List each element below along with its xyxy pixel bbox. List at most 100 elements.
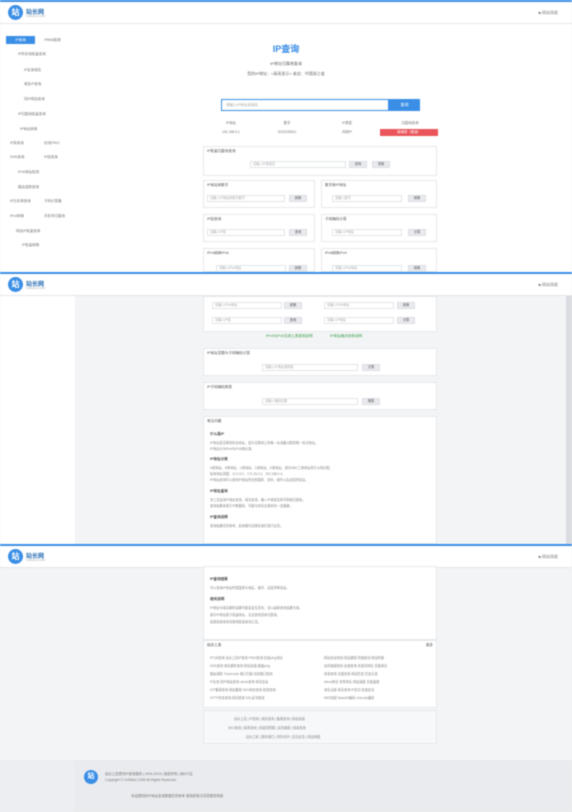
help-link[interactable]: IP地址格式转换说明 [330,334,362,339]
faq-text: A类地址、B类地址、C类地址、D类地址、E类地址，其中ABC三类地址用于公网分配… [210,466,333,470]
panel-title: IPv4转换IPv6 [207,251,229,255]
footer-text: 站长工具提供IP查询服务 | 2004-2024 | 版权所有 | 闽ICP证 [105,772,193,776]
panel-button[interactable]: 计算 [362,364,380,371]
panel-button[interactable]: 转换 [284,302,302,309]
bottom-link-row[interactable]: 站长工具 | IP查询 | 域名查询 | 备案查询 | 网站测速 [234,716,305,721]
faq-panel: 常见问题 什么是IP IP地址是互联网协议地址，是为互联网上的每一台设备分配的唯… [203,416,437,544]
panel-button[interactable]: 转换 [397,302,415,309]
panel-button[interactable]: 转换 [408,195,426,202]
sidebar-item[interactable]: IPv4转换 [10,214,24,219]
sidebar-item[interactable]: IP白名单查询 [10,199,31,204]
sidebar-item[interactable]: IP段查询 [44,155,58,160]
info-text: 可以查询IP地址所属国家与地区、城市、运营商等信息。 [210,586,290,590]
faq-heading: IP查询说明 [210,515,228,519]
related-link[interactable]: 收录查询 百度收录 网站历史 历史记录 [324,671,378,676]
tool-panel: IPv6转换IPv4 请输入IPv6地址 转换 [321,248,437,272]
panel-input[interactable]: 请输入IP地址 [324,317,394,324]
sidebar-item[interactable]: 路由追踪查询 [18,185,39,190]
panel-button[interactable]: 重置 [372,161,390,168]
tool-panel: 请输入IPv4地址 转换 请输入IPv6地址 转换 请输入IP段 查询 请输入I… [203,296,437,332]
sidebar-item[interactable]: IP批量转换 [22,243,39,248]
panel-button[interactable]: 查询 [349,161,367,168]
info-text: IP地址与域名解析结果可能会发生变化，请以最新查询结果为准。 [210,606,303,610]
panel-input[interactable]: 请输入IP地址或网段 [262,364,358,371]
site-nav-link[interactable]: ■ 网站导航 [538,282,558,288]
panel-title: IP地址转数字 [207,183,229,187]
panel-input[interactable]: 请输入数字 [332,195,402,202]
result-header: IP地址 [226,121,236,125]
panel-button[interactable]: 转换 [289,195,307,202]
faq-text: 查询结果来源于IP数据库，可能与实际位置存在一定偏差。 [210,504,293,508]
result-header: IP类型 [342,121,352,125]
search-button[interactable]: 查询 [389,99,420,111]
panel-input[interactable]: 请输入IPv4地址 [216,265,286,272]
panel-input[interactable]: 请输入IPv6地址 [324,302,394,309]
search-input[interactable]: 请输入IP地址或域名 [221,99,389,111]
bottom-link-row[interactable]: 站长之家 | 联系我们 | 商务合作 | 意见反馈 | 网站地图 [246,734,320,739]
links-more[interactable]: 更多 [426,643,433,648]
sidebar-item[interactable]: IP地址转换 [20,127,37,132]
tool-panel: IP批量归属地查询 请输入IP或域名 查询 重置 [203,146,437,176]
panel-input[interactable]: 请输入掩码位数 [262,398,358,405]
related-link[interactable]: 路由追踪 Traceroute 端口扫描 在线端口检测 [210,671,273,676]
sidebar-item[interactable]: 同IP网站查询 [24,97,45,102]
panel-title: IPv6转换IPv4 [325,251,347,255]
site-nav-link[interactable]: ■ 网站导航 [538,554,558,560]
page-subtitle: IP地址归属地查询 [270,61,302,66]
sidebar-item[interactable]: DNS查询 [10,155,24,160]
footer-logo-icon: 站 [84,770,98,784]
faq-text: 私有地址范围：10.0.0.0、172.16.0.0、192.168.0.0。 [210,472,286,476]
panel-button[interactable]: 换算 [362,398,380,405]
footer-text: Copyright © CHINAZ.COM All Rights Reserv… [105,778,176,782]
panel-title: IP段查询 [207,217,222,221]
related-link[interactable]: Alexa排名 世界排名 网站速度 页面速度 [324,679,379,684]
links-panel: 相关工具 更多 IP138查询 站长工具IP查询 PING检测 在线ping测试… [203,640,437,708]
panel-input[interactable]: 请输入IP段 [207,229,285,236]
screen-section-3: 站 站长网 CHINAZ.COM ■ 网站导航 IP查询结果 可以查询IP地址所… [0,544,572,760]
panel-input[interactable]: 请输入IP地址 [332,229,402,236]
faq-text: 查询结果仅供参考，如有疑问请联系我们进行反馈。 [210,524,284,528]
site-nav-link[interactable]: ■ 网站导航 [538,10,558,16]
tool-panel: IP子网掩码换算 请输入掩码位数 换算 [203,382,437,410]
tool-panel: 子网掩码计算 请输入IP地址 计算 [321,214,437,242]
sidebar-item[interactable]: 子网计算器 [44,199,62,204]
panel-input[interactable]: 请输入IPv4地址 [212,302,282,309]
sidebar-item[interactable]: 在线PING [44,141,60,146]
site-logo-icon[interactable]: 站 [8,277,23,292]
panel-button[interactable]: 计算 [397,317,415,324]
related-link[interactable]: MD5加密 Base64编码 Unicode编码 [324,695,374,700]
info-panel: IP查询结果 可以查询IP地址所属国家与地区、城市、运营商等信息。 相关说明 I… [203,566,437,640]
related-link[interactable]: ICP备案查询 网站备案 SEO综合查询 权重查询 [210,687,276,692]
bottom-link-row[interactable]: SEO查询 | 权重查询 | 关键词挖掘 | 友情链接 | 收录查询 [228,725,306,730]
panel-input[interactable]: 请输入IPv6地址 [332,265,402,272]
info-text: 部分IP地址属于保留地址，无法查询具体归属地。 [210,613,280,617]
related-link[interactable]: IP138查询 站长工具IP查询 PING检测 在线ping测试 [210,655,282,660]
sidebar-item[interactable]: IPv6地址检测 [18,170,39,175]
panel-button[interactable]: 查询 [289,229,307,236]
related-link[interactable]: 网站安全检测 网站漏洞 死链检测 网站死链 [324,655,384,660]
sidebar-item[interactable]: 手机号归属地 [44,214,65,219]
related-link[interactable]: 友情链接检测 友链查询 关键词排名 百度排名 [324,663,387,668]
sidebar-item[interactable]: IP归属地批量查询 [18,112,46,117]
sidebar-item[interactable]: IP库查询 [10,141,24,146]
panel-button[interactable]: 转换 [408,265,426,272]
tool-panel: IP地址范围与子网掩码计算 请输入IP地址或网段 计算 [203,348,437,376]
panel-button[interactable]: 查询 [284,317,302,324]
site-logo-icon[interactable]: 站 [8,5,23,20]
related-link[interactable]: IP反查 同IP网站查询 whois查询 域名信息 [210,679,268,684]
panel-input[interactable]: 请输入IP段 [212,317,282,324]
site-logo-icon[interactable]: 站 [8,549,23,564]
scrollbar[interactable] [566,296,572,544]
panel-button[interactable]: 转换 [289,265,307,272]
related-link[interactable]: DNS查询 域名解析查询 网站测速 超级ping [210,663,270,668]
panel-button[interactable]: 计算 [408,229,426,236]
top-header: 站 站长网 CHINAZ.COM ■ 网站导航 [0,2,572,24]
site-logo-sub: CHINAZ.COM [26,286,45,290]
sidebar-item[interactable]: 域名IP查询 [24,82,41,87]
panel-input[interactable]: 请输入IP或域名 [250,161,346,168]
help-link[interactable]: IPv4与IPv6互转工具使用说明 [266,334,313,339]
panel-input[interactable]: 请输入IP地址转换为数字 [207,195,285,202]
sidebar-item[interactable]: 网站IP批量查询 [16,229,40,234]
related-link[interactable]: HTTP状态查询 网页检测 SSL证书检测 [210,695,264,700]
related-link[interactable]: 域名注册 域名查询 IP定位 精准定位 [324,687,374,692]
